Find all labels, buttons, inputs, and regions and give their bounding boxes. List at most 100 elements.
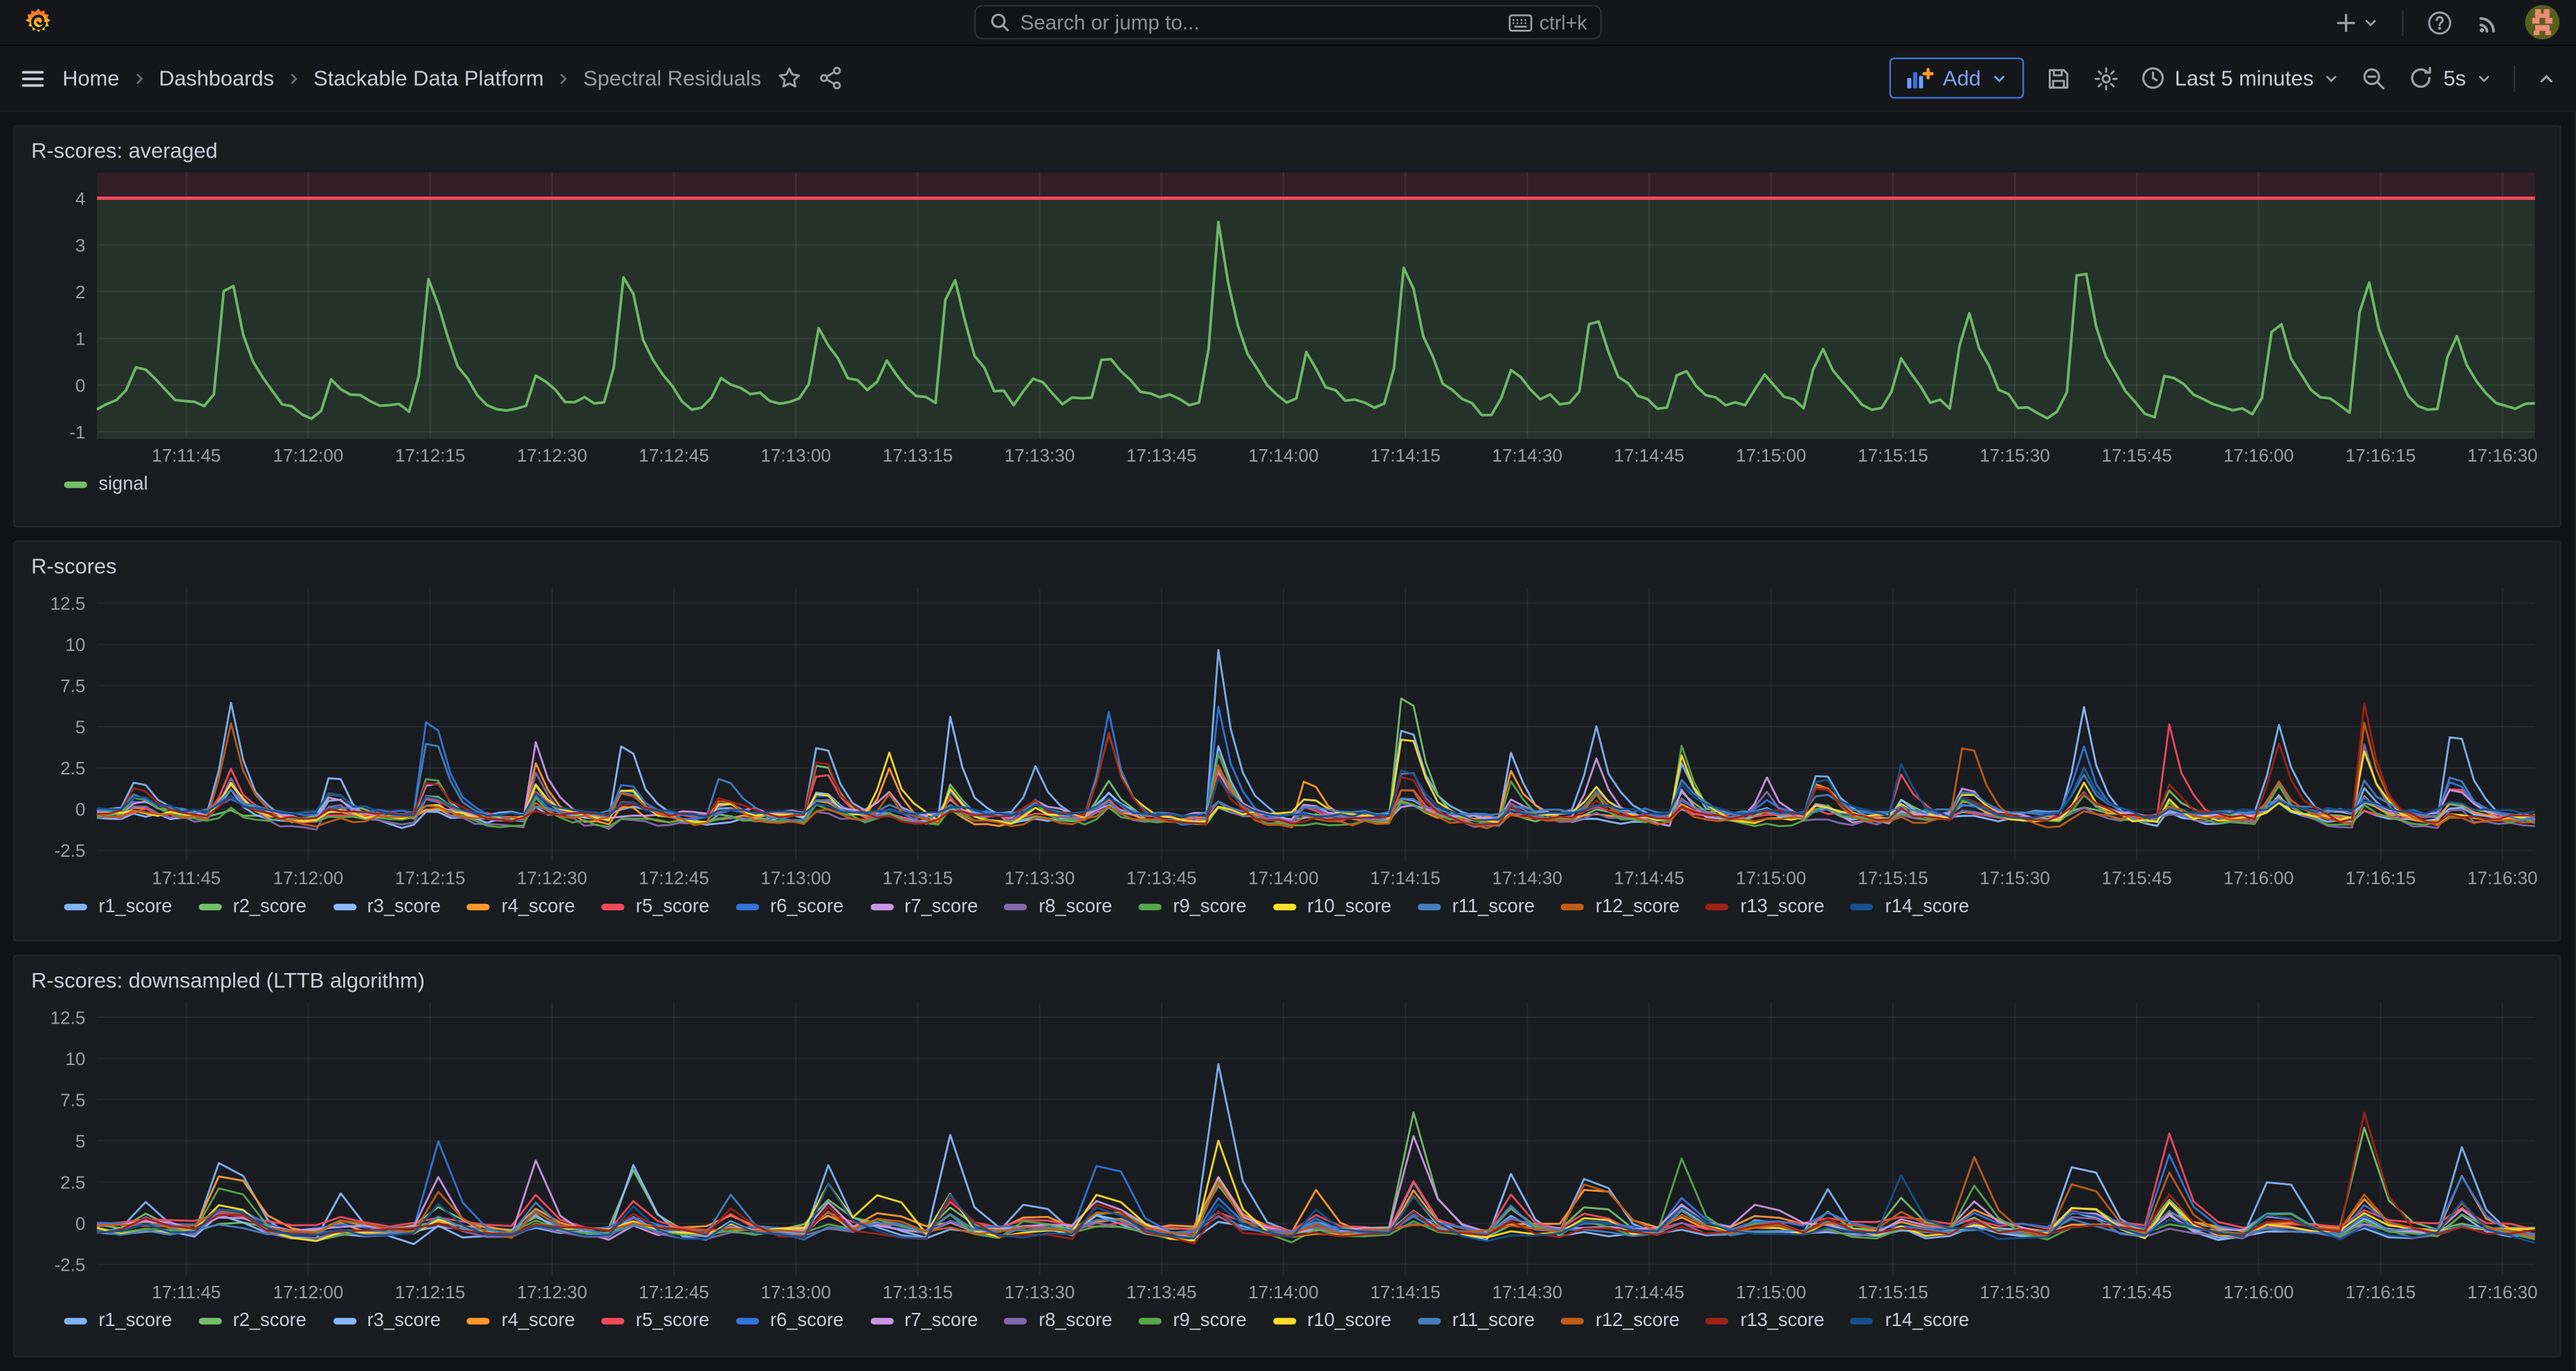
svg-text:17:16:00: 17:16:00 (2224, 867, 2294, 888)
save-dashboard-button[interactable] (2045, 65, 2071, 91)
refresh-picker[interactable]: 5s (2409, 66, 2492, 91)
legend-swatch (601, 1318, 624, 1325)
legend-item-r6_score[interactable]: r6_score (736, 1312, 843, 1332)
svg-text:2.5: 2.5 (60, 757, 85, 778)
legend-item-r6_score[interactable]: r6_score (736, 897, 843, 916)
svg-text:12.5: 12.5 (51, 1008, 86, 1028)
svg-text:7.5: 7.5 (60, 1090, 85, 1111)
legend-item-r7_score[interactable]: r7_score (870, 897, 978, 916)
legend-label: r7_score (904, 1312, 978, 1332)
legend-item-r12_score[interactable]: r12_score (1561, 897, 1679, 916)
legend-swatch (1418, 903, 1441, 909)
legend-item-r1_score[interactable]: r1_score (64, 897, 172, 916)
legend-item-r11_score[interactable]: r11_score (1418, 1312, 1535, 1332)
legend-label: r6_score (770, 897, 843, 916)
legend-item-r13_score[interactable]: r13_score (1706, 897, 1824, 916)
svg-text:17:16:30: 17:16:30 (2467, 867, 2538, 888)
legend-item-r7_score[interactable]: r7_score (870, 1312, 978, 1332)
legend-item-r14_score[interactable]: r14_score (1851, 1312, 1969, 1332)
legend-item-r3_score[interactable]: r3_score (333, 1312, 441, 1332)
legend-label: r10_score (1307, 897, 1391, 916)
menu-toggle-button[interactable] (19, 65, 46, 91)
legend-item-r1_score[interactable]: r1_score (64, 1312, 172, 1332)
chevron-down-icon (1991, 70, 2007, 87)
legend-label: r2_score (233, 897, 307, 916)
legend-label: r14_score (1885, 897, 1969, 916)
breadcrumb-item-home[interactable]: Home (62, 66, 119, 91)
svg-text:17:14:30: 17:14:30 (1492, 1282, 1562, 1303)
legend-swatch (64, 903, 87, 909)
legend-item-r8_score[interactable]: r8_score (1004, 1312, 1112, 1332)
svg-text:17:12:45: 17:12:45 (639, 1282, 709, 1303)
legend-label: r2_score (233, 1312, 307, 1332)
favorite-star-icon[interactable] (778, 66, 803, 91)
legend-item-r11_score[interactable]: r11_score (1418, 897, 1535, 916)
legend-swatch (1273, 1318, 1296, 1325)
svg-text:17:16:15: 17:16:15 (2346, 1282, 2416, 1303)
help-icon[interactable] (2427, 9, 2453, 35)
legend-item-r4_score[interactable]: r4_score (467, 897, 575, 916)
share-icon[interactable] (819, 66, 843, 91)
svg-text:17:13:30: 17:13:30 (1005, 445, 1075, 466)
refresh-icon (2409, 66, 2434, 91)
svg-text:17:14:45: 17:14:45 (1614, 1282, 1685, 1303)
legend-item-r9_score[interactable]: r9_score (1138, 1312, 1246, 1332)
svg-text:17:15:30: 17:15:30 (1980, 445, 2050, 466)
svg-text:17:12:45: 17:12:45 (639, 867, 709, 888)
legend-swatch (1138, 903, 1161, 909)
legend-item-r9_score[interactable]: r9_score (1138, 897, 1246, 916)
zoom-out-button[interactable] (2362, 65, 2388, 91)
svg-text:17:13:00: 17:13:00 (760, 445, 831, 466)
clock-icon (2140, 66, 2165, 91)
search-input[interactable]: Search or jump to... ctrl+k (974, 5, 1602, 39)
time-series-chart[interactable]: 43210-117:11:4517:12:0017:12:1517:12:301… (28, 166, 2548, 472)
panel-title[interactable]: R-scores: averaged (15, 127, 2559, 166)
collapse-toolbar-button[interactable] (2537, 69, 2556, 88)
breadcrumb-item-spectral-residuals[interactable]: Spectral Residuals (583, 66, 761, 91)
search-shortcut: ctrl+k (1508, 10, 1587, 33)
legend-item-r5_score[interactable]: r5_score (601, 1312, 709, 1332)
breadcrumb: Home Dashboards Stackable Data Platform Spe… (62, 66, 761, 91)
panel-title[interactable]: R-scores (15, 542, 2559, 581)
time-range-picker[interactable]: Last 5 minutes (2140, 66, 2340, 91)
svg-text:17:13:45: 17:13:45 (1126, 867, 1197, 888)
legend-item-r14_score[interactable]: r14_score (1851, 897, 1969, 916)
legend-item-r10_score[interactable]: r10_score (1273, 1312, 1391, 1332)
legend-item-r5_score[interactable]: r5_score (601, 897, 709, 916)
legend-item-r3_score[interactable]: r3_score (333, 897, 441, 916)
add-button[interactable]: Add (1889, 57, 2024, 98)
legend-label: r3_score (367, 897, 441, 916)
legend-item-r2_score[interactable]: r2_score (199, 1312, 307, 1332)
toolbar-divider (2514, 65, 2515, 91)
time-series-chart[interactable]: 12.5107.552.50-2.517:11:4517:12:0017:12:… (28, 997, 2548, 1309)
legend-item-r10_score[interactable]: r10_score (1273, 897, 1391, 916)
breadcrumb-item-stackable-data-platform[interactable]: Stackable Data Platform (313, 66, 544, 91)
legend-item-signal[interactable]: signal (64, 475, 148, 494)
svg-text:17:12:00: 17:12:00 (273, 445, 344, 466)
chevron-down-icon (2362, 14, 2379, 30)
legend-item-r13_score[interactable]: r13_score (1706, 1312, 1824, 1332)
grafana-logo-icon[interactable] (23, 6, 54, 37)
breadcrumb-item-dashboards[interactable]: Dashboards (159, 66, 274, 91)
news-icon[interactable] (2476, 9, 2502, 35)
panel-title[interactable]: R-scores: downsampled (LTTB algorithm) (15, 957, 2559, 997)
svg-text:17:16:30: 17:16:30 (2467, 1282, 2538, 1303)
legend-item-r2_score[interactable]: r2_score (199, 897, 307, 916)
chevron-up-icon (2537, 69, 2556, 88)
svg-text:17:15:45: 17:15:45 (2101, 1282, 2172, 1303)
legend-item-r8_score[interactable]: r8_score (1004, 897, 1112, 916)
svg-text:17:14:15: 17:14:15 (1370, 445, 1441, 466)
legend-label: r11_score (1452, 1312, 1535, 1332)
legend-item-r12_score[interactable]: r12_score (1561, 1312, 1679, 1332)
dashboard-settings-button[interactable] (2092, 65, 2119, 91)
new-item-button[interactable] (2335, 10, 2379, 33)
time-series-chart[interactable]: 12.5107.552.50-2.517:11:4517:12:0017:12:… (28, 581, 2548, 893)
legend-swatch (1561, 903, 1584, 909)
chevron-down-icon (2476, 70, 2492, 87)
legend-label: r8_score (1039, 1312, 1112, 1332)
user-avatar[interactable] (2525, 5, 2559, 39)
panel-rscores: R-scores 12.5107.552.50-2.517:11:4517:12… (13, 540, 2561, 942)
svg-text:10: 10 (65, 1049, 85, 1070)
legend-label: r9_score (1173, 1312, 1246, 1332)
legend-item-r4_score[interactable]: r4_score (467, 1312, 575, 1332)
